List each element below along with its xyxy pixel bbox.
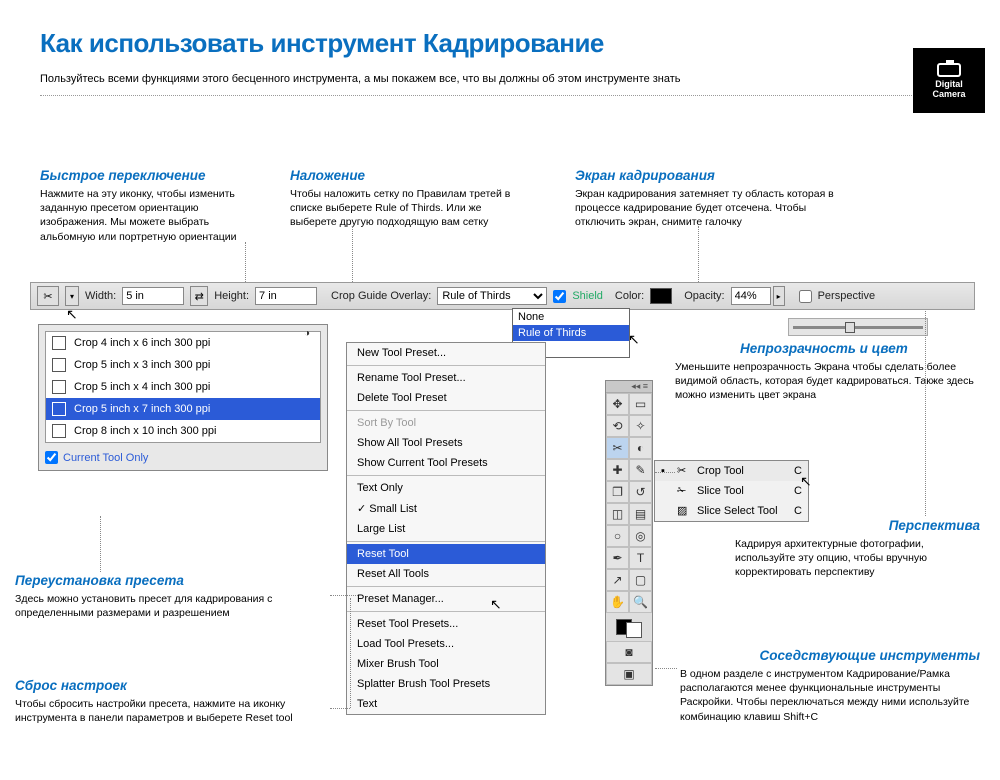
crop-icon [52, 380, 66, 394]
context-menu-item[interactable]: Reset All Tools [347, 564, 545, 584]
flyout-arrow-icon[interactable]: ◑ [304, 328, 310, 339]
preset-item[interactable]: Crop 8 inch x 10 inch 300 ppi [46, 420, 320, 442]
brand-logo: Digital Camera [913, 48, 985, 113]
color-label: Color: [615, 290, 644, 302]
crop-icon [52, 402, 66, 416]
context-menu-item[interactable]: Show All Tool Presets [347, 433, 545, 453]
flyout-slice-tool[interactable]: ✁Slice ToolC [655, 481, 808, 501]
context-menu-item[interactable]: Mixer Brush Tool [347, 654, 545, 674]
quick-mask-icon[interactable]: ◙ [606, 641, 652, 663]
path-tool-icon[interactable]: ↗ [606, 569, 629, 591]
shield-checkbox[interactable] [553, 290, 566, 303]
toolbox-header: ◂◂ ≡ [606, 381, 652, 393]
shield-label: Shield [572, 290, 603, 302]
context-menu-item[interactable]: Large List [347, 519, 545, 539]
slice-select-icon: ▨ [677, 504, 691, 518]
crop-icon [52, 424, 66, 438]
callout-opacity: Непрозрачность и цвет Уменьшите непрозра… [675, 341, 975, 403]
hand-tool-icon[interactable]: ✋ [606, 591, 629, 613]
context-menu-item[interactable]: Rename Tool Preset... [347, 368, 545, 388]
callout-preset: Переустановка пресета Здесь можно устано… [15, 573, 325, 620]
overlay-select[interactable]: Rule of Thirds [437, 287, 547, 305]
context-menu-item[interactable]: Preset Manager... [347, 589, 545, 609]
preset-item[interactable]: Crop 5 inch x 3 inch 300 ppi [46, 354, 320, 376]
wand-tool-icon[interactable]: ✧ [629, 415, 652, 437]
perspective-checkbox[interactable] [799, 290, 812, 303]
zoom-tool-icon[interactable]: 🔍 [629, 591, 652, 613]
preset-item-selected[interactable]: Crop 5 inch x 7 inch 300 ppi [46, 398, 320, 420]
overlay-option-thirds[interactable]: Rule of Thirds [513, 325, 629, 341]
context-menu-item[interactable]: Reset Tool [347, 544, 545, 564]
crop-tool-flyout[interactable]: ▪✂Crop ToolC ✁Slice ToolC ▨Slice Select … [654, 460, 809, 522]
camera-icon [937, 63, 961, 77]
dodge-tool-icon[interactable]: ◎ [629, 525, 652, 547]
swap-dimensions-icon[interactable]: ⇄ [190, 286, 208, 306]
crop-icon [52, 358, 66, 372]
marquee-tool-icon[interactable]: ▭ [629, 393, 652, 415]
callout-perspective: Перспектива Кадрируя архитектурные фотог… [735, 518, 980, 580]
intro-text: Пользуйтесь всеми функциями этого бесцен… [40, 73, 960, 96]
preset-dropdown-button[interactable]: ▾ [65, 286, 79, 306]
pen-tool-icon[interactable]: ✒ [606, 547, 629, 569]
preset-item[interactable]: Crop 4 inch x 6 inch 300 ppi [46, 332, 320, 354]
opacity-slider[interactable] [788, 318, 928, 336]
context-menu-item[interactable]: Reset Tool Presets... [347, 614, 545, 634]
context-menu-item[interactable]: New Tool Preset... [347, 343, 545, 363]
heal-tool-icon[interactable]: ✚ [606, 459, 629, 481]
current-tool-only-checkbox[interactable] [45, 451, 58, 464]
context-menu-item[interactable]: ✓ Small List [347, 498, 545, 519]
width-label: Width: [85, 290, 116, 302]
context-menu-item[interactable]: Text [347, 694, 545, 714]
current-tool-only-row[interactable]: Current Tool Only [45, 451, 321, 464]
text-tool-icon[interactable]: T [629, 547, 652, 569]
slice-icon: ✁ [677, 484, 691, 498]
overlay-option-none[interactable]: None [513, 309, 629, 325]
current-tool-only-label: Current Tool Only [63, 452, 148, 464]
crop-icon: ✂ [677, 464, 691, 478]
height-label: Height: [214, 290, 249, 302]
crop-tool-icon[interactable]: ✂ [37, 286, 59, 306]
callout-reset: Сброс настроек Чтобы сбросить настройки … [15, 678, 325, 725]
brush-tool-icon[interactable]: ✎ [629, 459, 652, 481]
screen-mode-icon[interactable]: ▣ [606, 663, 652, 685]
context-menu-item[interactable]: Show Current Tool Presets [347, 453, 545, 473]
color-swatch[interactable] [650, 288, 672, 304]
preset-item[interactable]: Crop 5 inch x 4 inch 300 ppi [46, 376, 320, 398]
perspective-label: Perspective [818, 290, 875, 302]
context-menu-item[interactable]: Splatter Brush Tool Presets [347, 674, 545, 694]
options-bar: ✂ ▾ Width: ⇄ Height: Crop Guide Overlay:… [30, 282, 975, 310]
shape-tool-icon[interactable]: ▢ [629, 569, 652, 591]
context-menu-item[interactable]: Text Only [347, 478, 545, 498]
toolbox: ◂◂ ≡ ✥▭ ⟲✧ ✂◐ ✚✎ ❐↺ ◫▤ ○◎ ✒T ↗▢ ✋🔍 ◙ ▣ [605, 380, 653, 686]
context-menu-item[interactable]: Load Tool Presets... [347, 634, 545, 654]
callout-neighbors: Соседствующие инструменты В одном раздел… [680, 648, 980, 724]
flyout-crop-tool[interactable]: ▪✂Crop ToolC [655, 461, 808, 481]
eyedropper-tool-icon[interactable]: ◐ [629, 437, 652, 459]
context-menu-item[interactable]: Sort By Tool [347, 413, 545, 433]
opacity-input[interactable] [731, 287, 771, 305]
opacity-dropdown-icon[interactable]: ▸ [773, 286, 785, 306]
preset-panel: Crop 4 inch x 6 inch 300 ppi Crop 5 inch… [38, 324, 328, 471]
crop-tool-icon[interactable]: ✂ [606, 437, 629, 459]
opacity-label: Opacity: [684, 290, 724, 302]
lasso-tool-icon[interactable]: ⟲ [606, 415, 629, 437]
callout-overlay: Наложение Чтобы наложить сетку по Правил… [290, 168, 515, 230]
stamp-tool-icon[interactable]: ❐ [606, 481, 629, 503]
context-menu-item[interactable]: Delete Tool Preset [347, 388, 545, 408]
callout-shield: Экран кадрирования Экран кадрирования за… [575, 168, 850, 230]
history-brush-icon[interactable]: ↺ [629, 481, 652, 503]
preset-list[interactable]: Crop 4 inch x 6 inch 300 ppi Crop 5 inch… [45, 331, 321, 443]
height-input[interactable] [255, 287, 317, 305]
width-input[interactable] [122, 287, 184, 305]
overlay-label: Crop Guide Overlay: [331, 290, 431, 302]
move-tool-icon[interactable]: ✥ [606, 393, 629, 415]
callout-quick-switch: Быстрое переключение Нажмите на эту икон… [40, 168, 265, 244]
gradient-tool-icon[interactable]: ▤ [629, 503, 652, 525]
eraser-tool-icon[interactable]: ◫ [606, 503, 629, 525]
page-title: Как использовать инструмент Кадрирование [40, 28, 1000, 59]
crop-icon [52, 336, 66, 350]
color-swatches[interactable] [606, 613, 652, 641]
preset-context-menu[interactable]: New Tool Preset... Rename Tool Preset...D… [346, 342, 546, 715]
blur-tool-icon[interactable]: ○ [606, 525, 629, 547]
